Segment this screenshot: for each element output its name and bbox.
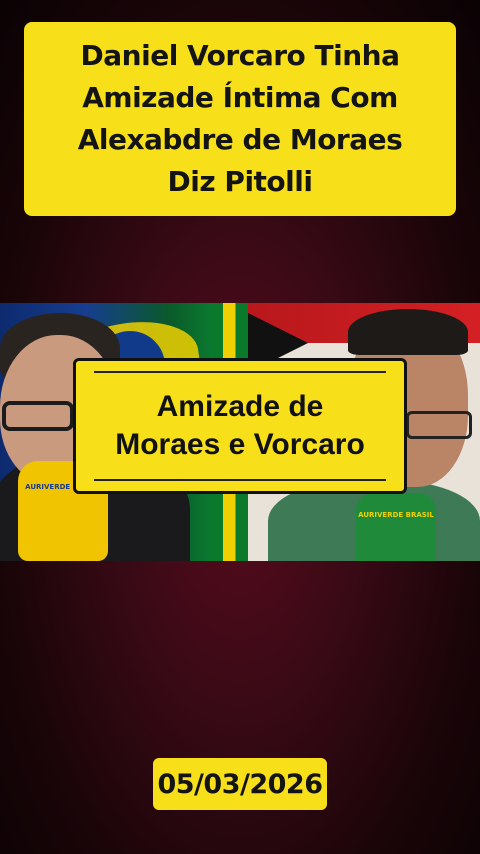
headline-line-4: Diz Pitolli [167, 165, 313, 198]
microphone-right-logo: AURIVERDE BRASIL [358, 511, 434, 519]
caption-top-rule [94, 371, 386, 373]
guest-right-glasses [406, 411, 472, 439]
microphone-right: AURIVERDE BRASIL [356, 493, 436, 561]
caption-line-2: Moraes e Vorcaro [115, 428, 365, 461]
headline-line-1: Daniel Vorcaro Tinha [80, 39, 400, 72]
guest-right-hair [348, 309, 468, 355]
caption-bottom-rule [94, 479, 386, 481]
headline-line-3: Alexabdre de Moraes [77, 123, 403, 156]
date-text: 05/03/2026 [157, 768, 323, 800]
date-badge: 05/03/2026 [153, 758, 327, 810]
host-left-glasses [2, 401, 74, 431]
caption-line-1: Amizade de [156, 390, 324, 423]
lower-third-caption: Amizade de Moraes e Vorcaro [73, 358, 407, 494]
headline-line-2: Amizade Íntima Com [82, 81, 398, 114]
headline-banner: Daniel Vorcaro Tinha Amizade Íntima Com … [24, 22, 456, 216]
